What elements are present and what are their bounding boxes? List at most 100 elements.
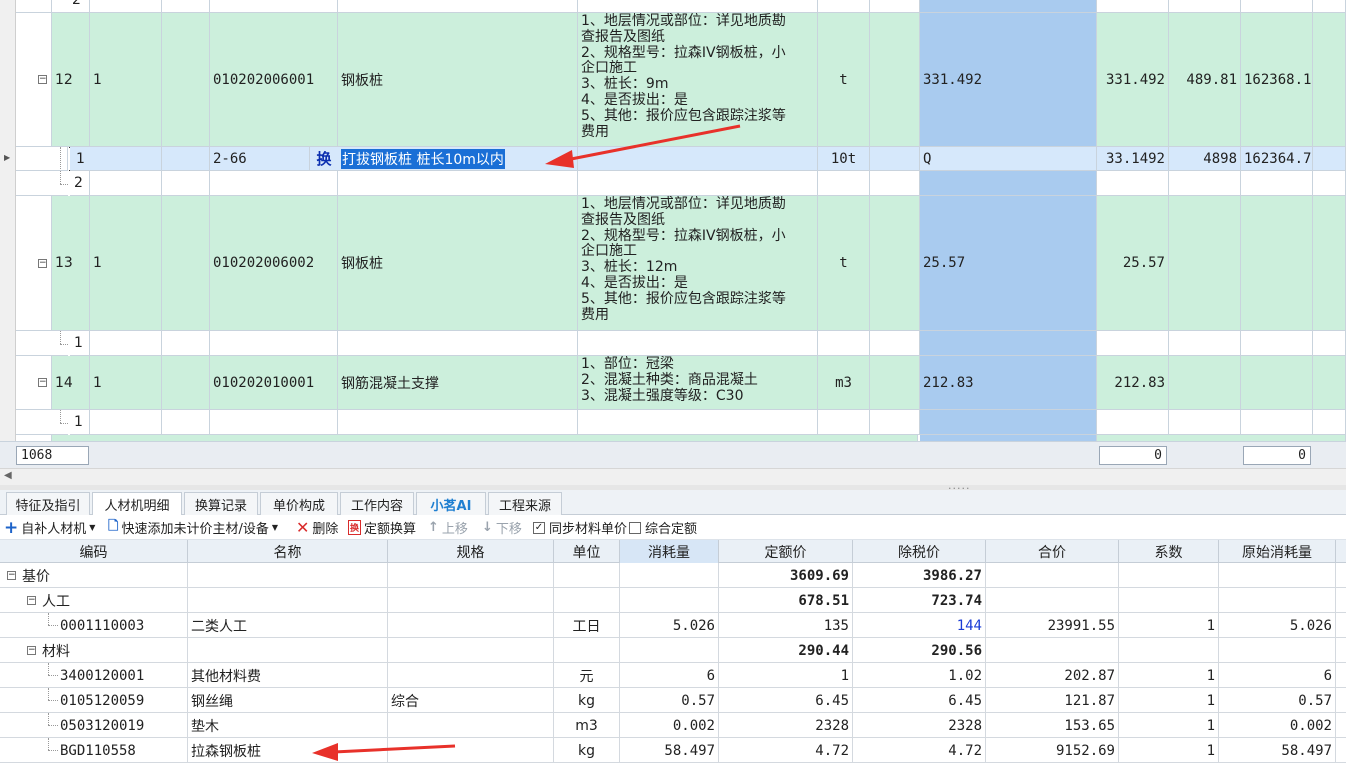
resource-row[interactable]: BGD110558 拉森钢板桩 kg 58.497 4.72 4.72 9152.69 1 58… bbox=[0, 738, 1346, 763]
scroll-left-icon[interactable]: ◀ bbox=[4, 470, 12, 481]
cell-total bbox=[986, 588, 1119, 613]
collapse-toggle-icon[interactable]: − bbox=[27, 646, 36, 655]
cell-taxfree[interactable]: 6.45 bbox=[853, 688, 986, 713]
cell-spec bbox=[388, 613, 554, 638]
cell-orig bbox=[1219, 563, 1336, 588]
combined-quota-checkbox[interactable]: 综合定额 bbox=[629, 518, 697, 537]
cell-taxfree[interactable]: 144 bbox=[853, 613, 986, 638]
sub-row[interactable]: 1 bbox=[16, 410, 1346, 435]
delete-x-icon: ✕ bbox=[296, 518, 310, 537]
col-unit[interactable]: 单位 bbox=[554, 540, 620, 563]
move-down-button[interactable]: ↓ 下移 bbox=[482, 518, 522, 537]
item-type: 1 bbox=[90, 13, 162, 147]
cell-consumption[interactable]: 6 bbox=[620, 663, 719, 688]
group-row[interactable]: 人工 678.51 723.74− bbox=[0, 588, 1346, 613]
cell-name: 垫木 bbox=[188, 713, 388, 738]
sub-row[interactable]: 1 bbox=[16, 331, 1346, 356]
cell-consumption[interactable]: 58.497 bbox=[620, 738, 719, 763]
quick-add-button[interactable]: 🗋 快速添加未计价主材/设备 ▼ bbox=[108, 518, 278, 538]
quota-code: 2-66 bbox=[210, 147, 310, 171]
col-spec[interactable]: 规格 bbox=[388, 540, 554, 563]
dropdown-arrow-icon: ▼ bbox=[89, 523, 96, 532]
bill-item-row[interactable]: − 12 1 010202006001 钢板桩 1、地层情况或部位：详见地质勘 … bbox=[16, 13, 1346, 147]
sub-row[interactable]: 2 bbox=[16, 0, 1346, 13]
add-material-button[interactable]: + 自补人材机 ▼ bbox=[4, 518, 96, 538]
unit-price: 489.81 bbox=[1169, 13, 1241, 147]
cell-consumption[interactable]: 5.026 bbox=[620, 613, 719, 638]
tab-features[interactable]: 特征及指引 bbox=[6, 492, 90, 515]
collapse-toggle-icon[interactable]: − bbox=[38, 378, 47, 387]
cell-taxfree[interactable]: 723.74 bbox=[853, 588, 986, 613]
col-coefficient[interactable]: 系数 bbox=[1119, 540, 1219, 563]
cell-total: 202.87 bbox=[986, 663, 1119, 688]
bill-item-row[interactable]: − 13 1 010202006002 钢板桩 1、地层情况或部位：详见地质勘 … bbox=[16, 196, 1346, 331]
col-quota-price[interactable]: 定额价 bbox=[719, 540, 853, 563]
summary-field-b[interactable]: 0 bbox=[1243, 446, 1311, 465]
quota-quantity-expression[interactable]: Q bbox=[920, 147, 1097, 171]
unit-price bbox=[1169, 356, 1241, 410]
cell-consumption[interactable]: 0.002 bbox=[620, 713, 719, 738]
move-up-button[interactable]: ↑ 上移 bbox=[428, 518, 468, 537]
collapse-toggle-icon[interactable]: − bbox=[27, 596, 36, 605]
cell-code: 0001110003 bbox=[0, 613, 188, 638]
cell-coef: 1 bbox=[1119, 688, 1219, 713]
quantity-expression[interactable]: 331.492 bbox=[920, 13, 1097, 147]
bill-item-row[interactable]: − 14 1 010202010001 钢筋混凝土支撑 1、部位：冠梁 2、混凝… bbox=[16, 356, 1346, 410]
cell-consumption[interactable]: 0.57 bbox=[620, 688, 719, 713]
collapse-toggle-icon[interactable]: − bbox=[38, 259, 47, 268]
quantity-expression[interactable]: 212.83 bbox=[920, 356, 1097, 410]
sync-price-checkbox[interactable]: ✓ 同步材料单价 bbox=[533, 518, 627, 537]
cell-orig bbox=[1219, 588, 1336, 613]
col-code[interactable]: 编码 bbox=[0, 540, 188, 563]
col-taxfree-price[interactable]: 除税价 bbox=[853, 540, 986, 563]
delete-button[interactable]: ✕ 删除 bbox=[296, 518, 338, 537]
cell-taxfree[interactable]: 4.72 bbox=[853, 738, 986, 763]
collapse-toggle-icon[interactable]: − bbox=[7, 571, 16, 580]
tab-unit-price-composition[interactable]: 单价构成 bbox=[260, 492, 338, 515]
summary-field-a[interactable]: 0 bbox=[1099, 446, 1167, 465]
resource-row[interactable]: 0105120059 钢丝绳 综合 kg 0.57 6.45 6.45 121.87 1 0.57 bbox=[0, 688, 1346, 713]
cell-consumption[interactable] bbox=[620, 588, 719, 613]
tree-connector bbox=[48, 625, 58, 626]
horizontal-scrollbar[interactable]: ◀ bbox=[0, 468, 1346, 485]
cell-taxfree[interactable]: 2328 bbox=[853, 713, 986, 738]
tab-project-source[interactable]: 工程来源 bbox=[488, 492, 562, 515]
collapse-toggle-icon[interactable]: − bbox=[38, 75, 47, 84]
quota-convert-button[interactable]: 换 定额换算 bbox=[348, 518, 416, 537]
col-name[interactable]: 名称 bbox=[188, 540, 388, 563]
sub-row[interactable]: 2 bbox=[16, 171, 1346, 196]
group-row[interactable]: 材料 290.44 290.56− bbox=[0, 638, 1346, 663]
row-count-field[interactable]: 1068 bbox=[16, 446, 89, 465]
cell-name bbox=[188, 588, 388, 613]
total-price bbox=[1241, 356, 1313, 410]
group-row[interactable]: 基价 3609.69 3986.27 − bbox=[0, 563, 1346, 588]
cell-quota: 3609.69 bbox=[719, 563, 853, 588]
quota-name-cell[interactable]: 打拔钢板桩 桩长10m以内 bbox=[338, 147, 578, 171]
cell-consumption[interactable] bbox=[620, 563, 719, 588]
tab-work-content[interactable]: 工作内容 bbox=[340, 492, 414, 515]
dropdown-arrow-icon: ▼ bbox=[271, 523, 278, 532]
resource-row[interactable]: 0001110003 二类人工 工日 5.026 135 144 23991.55 1 5.02… bbox=[0, 613, 1346, 638]
quota-row-selected[interactable]: 1 2-66 换 打拔钢板桩 桩长10m以内 10t Q 33.1492 489… bbox=[16, 147, 1346, 171]
col-consumption[interactable]: 消耗量 bbox=[620, 540, 719, 563]
tab-conversion-log[interactable]: 换算记录 bbox=[184, 492, 258, 515]
cell-taxfree[interactable]: 290.56 bbox=[853, 638, 986, 663]
delete-label: 删除 bbox=[312, 522, 339, 537]
cell-taxfree[interactable]: 3986.27 bbox=[853, 563, 986, 588]
tab-ai-assistant[interactable]: 小茗AI bbox=[416, 492, 486, 515]
conversion-mark[interactable]: 换 bbox=[310, 147, 338, 171]
tree-connector bbox=[48, 750, 58, 751]
cell-consumption[interactable] bbox=[620, 638, 719, 663]
col-total[interactable]: 合价 bbox=[986, 540, 1119, 563]
resource-row[interactable]: 0503120019 垫木 m3 0.002 2328 2328 153.65 1 0.002 bbox=[0, 713, 1346, 738]
item-description: 1、地层情况或部位：详见地质勘 查报告及图纸 2、规格型号：拉森IV钢板桩，小 … bbox=[578, 13, 818, 147]
resource-row[interactable]: 3400120001 其他材料费元 6 1 1.02 202.87 1 6 bbox=[0, 663, 1346, 688]
row-selector-gutter[interactable]: ▶ bbox=[0, 0, 16, 441]
tab-labor-material-machine[interactable]: 人材机明细 bbox=[92, 492, 182, 516]
col-original-consumption[interactable]: 原始消耗量 bbox=[1219, 540, 1336, 563]
cell-code: 3400120001 bbox=[0, 663, 188, 688]
cell-quota: 6.45 bbox=[719, 688, 853, 713]
quantity-expression[interactable]: 25.57 bbox=[920, 196, 1097, 331]
cell-taxfree[interactable]: 1.02 bbox=[853, 663, 986, 688]
item-name: 钢板桩 bbox=[338, 13, 578, 147]
